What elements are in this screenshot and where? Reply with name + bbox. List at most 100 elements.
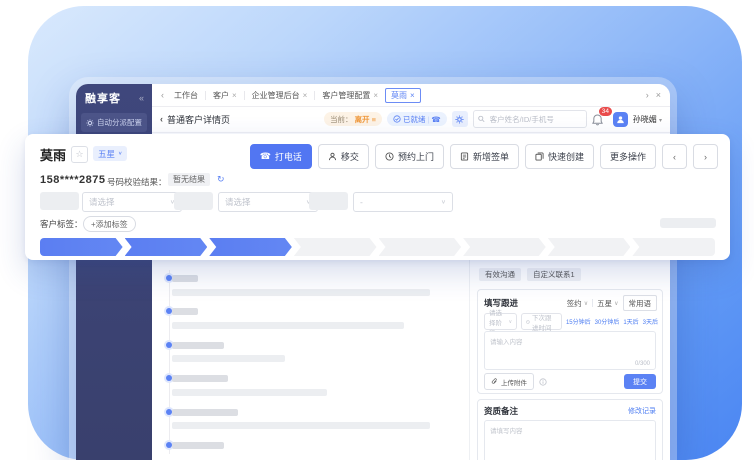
customer-header-card: 莫雨 ☆ 五星∨ ☎打电话 移交 预约上门 新增签单 快速创建 更多操作 ‹ ›… [25,134,730,260]
more-actions-button[interactable]: 更多操作 [600,144,656,169]
field-label-placeholder [174,192,213,210]
quick-time-1day[interactable]: 1天后 [623,317,638,326]
settings-button[interactable] [452,111,468,127]
timeline-entry-title [172,409,238,416]
stage-select[interactable]: 请选择阶段∨ [484,313,517,330]
page-title: 普通客户详情页 [167,113,230,126]
chevron-down-icon: ∨ [614,300,618,307]
field-label-placeholder [40,192,79,210]
stage-segment[interactable] [632,238,715,256]
new-sign-button[interactable]: 新增签单 [450,144,519,169]
customer-phone: 158****2875 [40,174,105,186]
next-customer-button[interactable]: › [693,144,718,169]
chevron-down-icon: ▾ [659,118,662,124]
tag-custom-contact[interactable]: 自定义联系1 [527,268,581,281]
tab-close-icon[interactable]: × [232,91,237,100]
timeline-entry-text [172,322,404,329]
tab-close-icon[interactable]: × [410,91,415,100]
sidebar-item-auto-dispatch[interactable]: 自动分派配置 [81,113,147,132]
add-tag-button[interactable]: +添加标签 [83,216,136,232]
agent-status-selector[interactable]: 当前： 离开 ≡ [324,112,382,126]
paperclip-icon [491,378,498,385]
followup-level-select[interactable]: 五星∨ [597,298,618,309]
chevron-down-icon: ∨ [584,300,588,307]
tab-close-icon[interactable]: × [373,91,378,100]
char-counter: 0/300 [635,361,650,367]
edit-history-link[interactable]: 修改记录 [628,406,656,416]
tab-close-all-icon[interactable]: × [653,90,664,100]
check-circle-icon [393,115,401,123]
notification-badge: 34 [599,107,612,116]
gear-icon [86,119,94,127]
refresh-icon[interactable]: ↻ [217,174,225,185]
field-select-3[interactable]: -∨ [353,192,453,212]
tab-scroll-right-icon[interactable]: › [643,90,652,100]
tag-area-placeholder [660,218,716,228]
clock-icon [526,319,530,325]
sidebar-collapse-icon[interactable]: « [139,93,144,103]
phone-ready-indicator[interactable]: 已就绪 | ☎ [387,112,447,126]
tab-close-icon[interactable]: × [303,91,308,100]
prev-customer-button[interactable]: ‹ [662,144,687,169]
timeline-entry-title [172,342,224,349]
tab-workbench[interactable]: 工作台 [168,88,204,103]
tags-label: 客户标签： [40,218,83,230]
field-label-placeholder [309,192,348,210]
field-select-2[interactable]: 请选择∨ [218,192,318,212]
customer-level-select[interactable]: 五星∨ [93,146,127,161]
stage-segment[interactable] [548,238,631,256]
timeline-axis [169,270,170,454]
remark-panel: 资质备注 修改记录 [477,399,663,460]
quick-time-30min[interactable]: 30分钟后 [595,317,620,326]
stage-segment[interactable] [125,238,208,256]
field-select-1[interactable]: 请选择∨ [82,192,182,212]
upload-attachment-button[interactable]: 上传附件 [484,373,534,390]
breadcrumb[interactable]: ‹ 普通客户详情页 [160,113,230,126]
transfer-button[interactable]: 移交 [318,144,369,169]
phone-icon: ☎ [260,151,271,162]
verify-result-tag: 暂无结果 [168,173,210,186]
appointment-button[interactable]: 预约上门 [375,144,444,169]
submit-button[interactable]: 提交 [624,374,656,389]
tab-customer-config[interactable]: 客户管理配置× [316,88,384,103]
next-followup-time-input[interactable]: 下次跟进时间 [521,313,562,330]
quick-time-15min[interactable]: 15分钟后 [566,317,591,326]
tag-valid-communication[interactable]: 有效沟通 [479,268,521,281]
stage-progress-bar[interactable] [40,238,715,256]
timeline-entry-text [172,289,430,296]
action-buttons: ☎打电话 移交 预约上门 新增签单 快速创建 更多操作 ‹ › [250,144,718,169]
search-icon [478,115,485,123]
favorite-star-button[interactable]: ☆ [71,146,88,163]
timeline-entry-title [172,308,198,315]
remark-title: 资质备注 [484,405,518,417]
common-phrases-button[interactable]: 常用语 [623,295,658,311]
tab-enterprise-admin[interactable]: 企业管理后台× [246,88,314,103]
call-button[interactable]: ☎打电话 [250,144,312,169]
quick-create-button[interactable]: 快速创建 [525,144,594,169]
stage-segment[interactable] [379,238,462,256]
chevron-right-icon: › [704,152,707,162]
search-input[interactable] [488,114,582,125]
remark-textarea[interactable] [485,421,655,460]
avatar[interactable] [613,112,628,127]
tab-scroll-left-icon[interactable]: ‹ [158,90,167,100]
chevron-down-icon: ∨ [441,199,446,205]
quick-time-3day[interactable]: 3天后 [643,317,658,326]
global-search[interactable] [473,110,587,128]
tab-moyu-active[interactable]: 莫雨× [385,88,421,103]
stage-segment[interactable] [209,238,292,256]
info-icon [539,378,547,386]
timeline-entry-title [172,375,228,382]
stage-segment[interactable] [294,238,377,256]
timeline-entry-text [172,355,285,362]
user-menu[interactable]: 孙晓媚 ▾ [633,114,662,125]
stage-segment[interactable] [40,238,123,256]
tab-customer[interactable]: 客户× [207,88,243,103]
notifications-button[interactable]: 34 [592,111,608,127]
stage-segment[interactable] [463,238,546,256]
followup-result-select[interactable]: 签约∨ [567,298,588,309]
followup-panel: 填写跟进 签约∨ 五星∨ 常用语 请选择阶段∨ 下次跟进时间 15分钟后 30分… [477,289,663,394]
bell-icon [592,114,603,126]
back-icon[interactable]: ‹ [160,114,163,124]
followup-content-textarea[interactable] [485,332,655,369]
